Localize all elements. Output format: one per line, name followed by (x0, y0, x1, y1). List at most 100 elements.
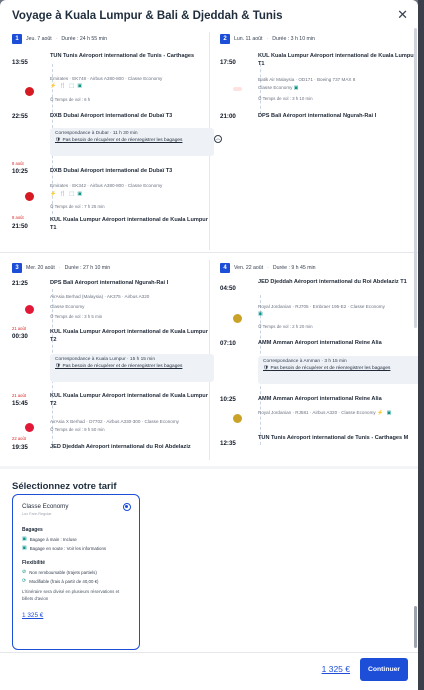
itinerary-note: L'itinéraire sera divisé en plusieurs ré… (22, 589, 120, 601)
flex-refund: ⊘ Non remboursable (trajets partiels) (22, 569, 97, 575)
segment-date: Jeu. 7 août (26, 36, 52, 42)
flight-meta: AirAsia X Berhad · D7702 · Airbus A330-3… (50, 419, 179, 424)
flight-meta: Royal Jordanian · RJ581 · Airbus A320 · … (258, 410, 393, 416)
royal-jordanian-logo-icon (233, 414, 242, 423)
flight-meta: Emirates · EK342 · Airbus A380-800 · Cla… (50, 183, 163, 188)
section-divider (0, 466, 418, 469)
segment-duration: Durée : 27 h 10 min (64, 265, 111, 271)
modal-title: Voyage à Kuala Lumpur & Bali & Djeddah &… (12, 10, 283, 22)
baggage-carry-on: ▣ Bagage à main : Incluse (22, 536, 77, 542)
connection-title: Correspondance à Amman · 3 h 15 min (263, 359, 347, 364)
flight-class: Classe Economy (50, 304, 85, 309)
scrollbar[interactable] (414, 28, 417, 328)
arrival-airport: KUL Kuala Lumpur Aéroport international … (50, 217, 208, 231)
bag-icon: ▣ (22, 536, 27, 542)
arrival-time: 07:10 (220, 340, 236, 347)
fare-subtitle: Lux Fare-Regular (22, 512, 52, 516)
departure-airport: DPS Bali Aéroport international Ngurah-R… (50, 280, 169, 286)
arrival-time: 21:00 (220, 113, 236, 120)
date-change: 22 août (12, 436, 26, 441)
backdrop-edge (418, 0, 424, 690)
segment-date: Lun. 11 août (234, 36, 263, 42)
arrival-airport: KUL Kuala Lumpur Aéroport international … (50, 329, 208, 343)
date-change: 21 août (12, 326, 26, 331)
connection-warning: 🛡 Pas besoin de récupérer et de réenregi… (55, 364, 183, 369)
flight-duration: ⏱ Temps de vol : 9 h 50 min (50, 427, 105, 432)
arrival-airport: AMM Amman Aéroport international Reine A… (258, 340, 382, 346)
flight-meta: Batik Air Malaysia · OD171 · Boeing 737 … (258, 77, 356, 82)
baggage-checked[interactable]: ▣ Bagage en soute : Voir les informations (22, 545, 130, 551)
segment-duration: Durée : 3 h 10 min (272, 36, 315, 42)
departure-airport: KUL Kuala Lumpur Aéroport international … (258, 53, 416, 67)
arrival-time: 00:30 (12, 333, 28, 340)
arrival-time: 22:55 (12, 113, 28, 120)
segment-duration: Durée : 9 h 45 min (272, 265, 316, 271)
royal-jordanian-logo-icon (233, 314, 242, 323)
flight-duration: ⏱ Temps de vol : 2 h 20 min (258, 324, 313, 329)
flexibility-title: Flexibilité (22, 560, 46, 566)
segment-number: 3 (12, 263, 22, 273)
emirates-logo-icon (25, 192, 34, 201)
refund-icon: ⊘ (22, 569, 27, 575)
continue-button[interactable]: Continuer (360, 658, 408, 681)
arrival-time: 21:50 (12, 223, 28, 230)
segment-date: Ven. 22 août (234, 265, 264, 271)
fare-price: 1 325 € (22, 612, 44, 620)
close-icon[interactable]: ✕ (397, 8, 408, 21)
scrollbar[interactable] (414, 606, 417, 648)
date-change: 21 août (12, 393, 26, 398)
segment-header: 4 Ven. 22 août · Durée : 9 h 45 min (220, 263, 316, 273)
connection-box: Correspondance à Amman · 3 h 15 min 🛡 Pa… (258, 356, 418, 384)
arrival-time: 12:35 (220, 440, 236, 447)
amenities-icons: ⚡ 🍴 ⬚ ▣ (50, 83, 84, 89)
departure-airport: TUN Tunis Aéroport international de Tuni… (50, 53, 195, 59)
baggage-title: Bagages (22, 527, 43, 533)
segment-number: 4 (220, 263, 230, 273)
connection-warning: 🛡 Pas besoin de récupérer et de réenregi… (55, 138, 183, 143)
departure-time: 04:50 (220, 285, 236, 292)
segment-4: 4 Ven. 22 août · Durée : 9 h 45 min 04:5… (220, 263, 418, 458)
flight-duration: ⏱ Temps de vol : 6 h (50, 97, 91, 102)
batik-air-logo-icon (233, 87, 242, 91)
flex-change: ⟳ Modifiable (frais à partir de 40,00 €) (22, 578, 99, 584)
departure-time: 17:50 (220, 59, 236, 66)
segment-number: 2 (220, 34, 230, 44)
row-divider (0, 252, 418, 253)
arrival-airport: TUN Tunis Aéroport international de Tuni… (258, 435, 409, 441)
arrival-airport: JED Djeddah Aéroport international du Ro… (50, 444, 191, 450)
departure-airport: JED Djeddah Aéroport international du Ro… (258, 279, 407, 285)
change-icon: ⟳ (22, 578, 27, 584)
arrival-airport: DPS Bali Aéroport international Ngurah-R… (258, 113, 377, 119)
flight-duration: ⏱ Temps de vol : 7 h 25 min (50, 204, 105, 209)
segment-1: 1 Jeu. 7 août · Durée : 24 h 55 min 13:5… (12, 34, 222, 249)
departure-time: 15:45 (12, 400, 28, 407)
date-change: 8 août (12, 215, 24, 220)
flight-class: Classe Economy ▣ (258, 85, 300, 91)
connection-title: Correspondance à Kuala Lumpur · 15 h 15 … (55, 357, 155, 362)
flight-meta: AirAsia Berhad (Malaysia) · AK375 · Airb… (50, 294, 150, 299)
connection-box: Correspondance à Dubaï · 11 h 30 min 🛡 P… (50, 128, 222, 156)
departure-time: 21:25 (12, 280, 28, 287)
departure-airport: DXB Dubai Aéroport international de Duba… (50, 168, 173, 174)
fare-section-title: Sélectionnez votre tarif (12, 481, 117, 492)
departure-airport: KUL Kuala Lumpur Aéroport international … (50, 393, 208, 407)
segment-number: 1 (12, 34, 22, 44)
emirates-logo-icon (25, 87, 34, 96)
fare-radio[interactable] (123, 503, 131, 511)
departure-time: 13:55 (12, 59, 28, 66)
arrival-time: 19:35 (12, 444, 28, 451)
segment-2: 2 Lun. 11 août · Durée : 3 h 10 min 17:5… (220, 34, 418, 154)
segment-date: Mer. 20 août (26, 265, 55, 271)
connection-warning: 🛡 Pas besoin de récupérer et de réenregi… (263, 366, 391, 371)
segment-header: 2 Lun. 11 août · Durée : 3 h 10 min (220, 34, 315, 44)
total-price[interactable]: 1 325 € (322, 664, 350, 674)
segment-header: 3 Mer. 20 août · Durée : 27 h 10 min (12, 263, 110, 273)
trip-modal: Voyage à Kuala Lumpur & Bali & Djeddah &… (0, 0, 418, 690)
amenities-icons: ▣ (258, 311, 264, 317)
suitcase-icon: ▣ (22, 545, 27, 551)
date-change: 8 août (12, 161, 24, 166)
fare-card-economy[interactable]: Classe Economy Lux Fare-Regular Bagages … (12, 494, 140, 650)
flight-duration: ⏱ Temps de vol : 3 h 5 min (50, 314, 103, 319)
amenities-icons: ⚡ 🍴 ⬚ ▣ (50, 191, 84, 197)
arrival-airport: DXB Dubai Aéroport international de Duba… (50, 113, 173, 119)
